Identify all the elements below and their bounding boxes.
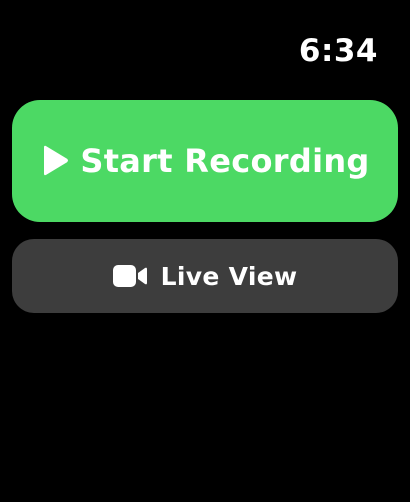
start-recording-button[interactable]: Start Recording — [12, 100, 398, 222]
watch-screen: 6:34 Start Recording Live View — [0, 0, 410, 502]
start-recording-label: Start Recording — [80, 142, 370, 180]
video-camera-icon — [112, 265, 147, 287]
play-icon — [40, 144, 70, 178]
live-view-label: Live View — [160, 261, 298, 291]
status-time: 6:34 — [298, 33, 378, 69]
live-view-button[interactable]: Live View — [12, 239, 398, 313]
